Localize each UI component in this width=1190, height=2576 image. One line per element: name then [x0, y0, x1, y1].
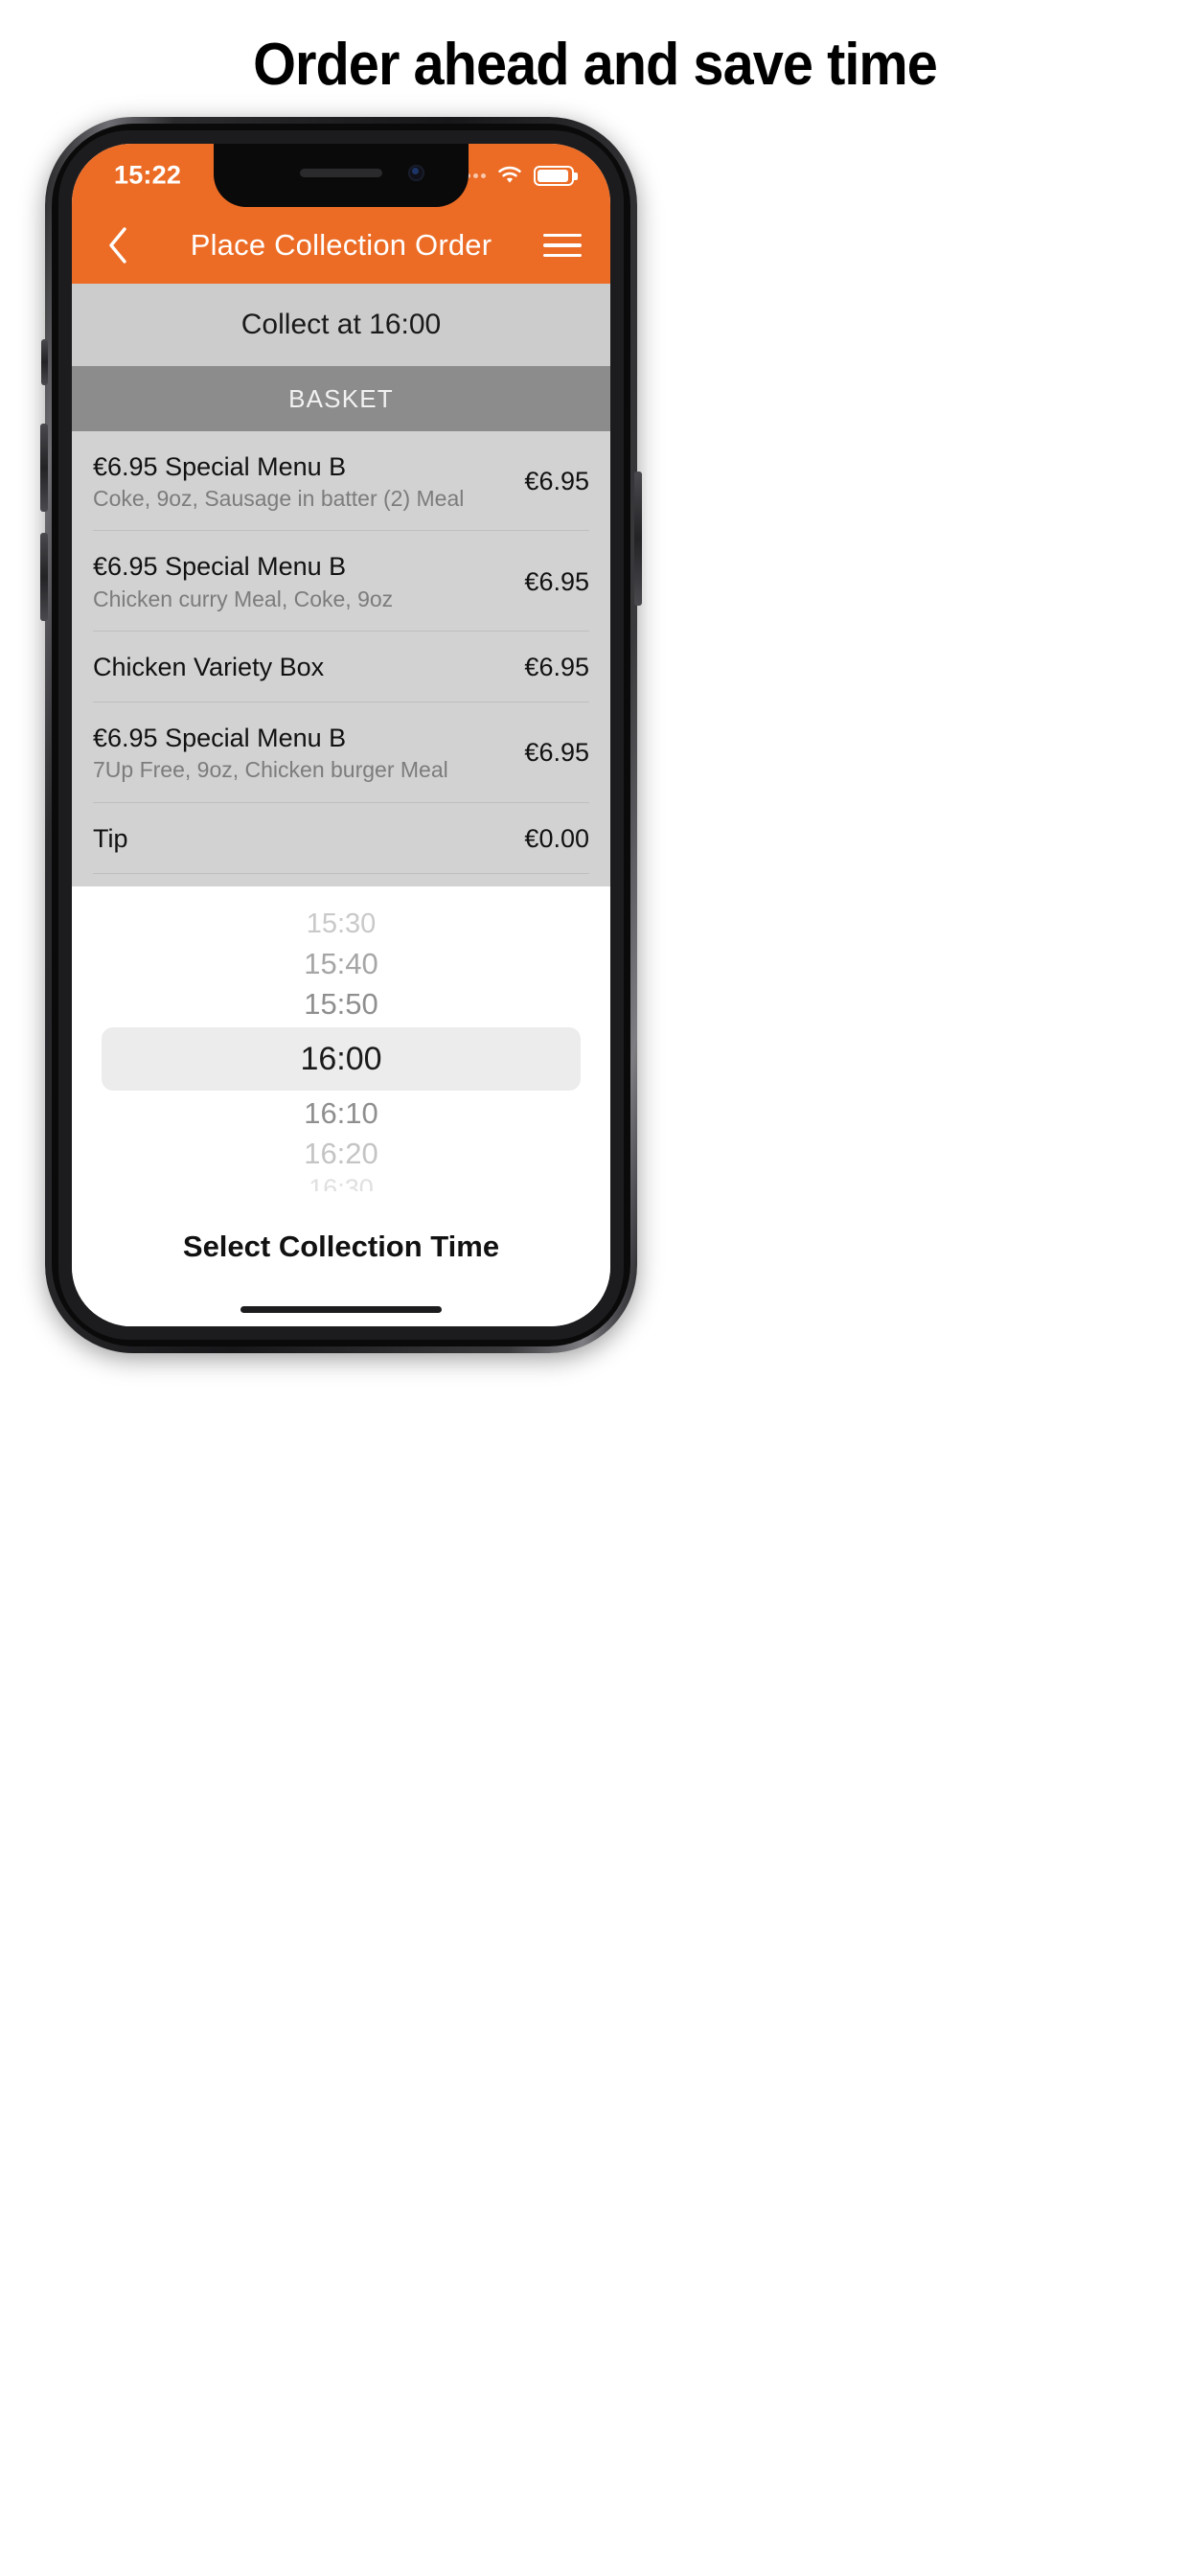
select-collection-time-button[interactable]: Select Collection Time — [72, 1191, 610, 1281]
basket-item-price: €6.95 — [524, 738, 589, 768]
time-option[interactable]: 16:10 — [72, 1093, 610, 1134]
basket-section-header: BASKET — [72, 366, 610, 431]
power-button[interactable] — [634, 472, 642, 606]
table-row[interactable]: €6.95 Special Menu B Chicken curry Meal,… — [93, 531, 589, 632]
time-option[interactable]: 15:30 — [72, 904, 610, 944]
phone-mockup: 15:22 Place Collection Order Collect at … — [40, 117, 642, 1353]
basket-item-sub: Coke, 9oz, Sausage in batter (2) Meal — [93, 486, 465, 512]
basket-item-price: €6.95 — [524, 652, 589, 681]
phone-notch — [214, 144, 469, 207]
battery-icon — [534, 165, 578, 186]
phone-inner-bezel: 15:22 Place Collection Order Collect at … — [58, 130, 624, 1340]
table-row[interactable]: €6.95 Special Menu B Coke, 9oz, Sausage … — [93, 431, 589, 532]
basket-item-text: €6.95 Special Menu B Chicken curry Meal,… — [93, 552, 393, 610]
time-option[interactable]: 16:30 — [72, 1174, 610, 1191]
tip-row: Tip €0.00 — [93, 803, 589, 874]
basket-item-text: €6.95 Special Menu B Coke, 9oz, Sausage … — [93, 452, 464, 511]
collection-time-sheet: 15:20 15:30 15:40 15:50 16:00 16:10 16:2… — [72, 886, 610, 1326]
earpiece-speaker — [300, 169, 382, 177]
chevron-left-icon — [109, 227, 126, 264]
wifi-icon — [498, 166, 521, 183]
home-indicator[interactable] — [240, 1306, 442, 1313]
page-title: Order ahead and save time — [253, 32, 938, 98]
basket-item-title: €6.95 Special Menu B — [93, 552, 347, 582]
time-picker-wheel[interactable]: 15:20 15:30 15:40 15:50 16:00 16:10 16:2… — [72, 904, 610, 1191]
status-time: 15:22 — [114, 160, 182, 190]
basket-item-text: Chicken Variety Box — [93, 653, 324, 682]
time-option[interactable]: 15:40 — [72, 944, 610, 984]
table-row[interactable]: €6.95 Special Menu B 7Up Free, 9oz, Chic… — [93, 702, 589, 803]
basket-item-sub: 7Up Free, 9oz, Chicken burger Meal — [93, 757, 448, 783]
back-button[interactable] — [97, 224, 139, 266]
collect-time-label: Collect at 16:00 — [240, 309, 442, 340]
basket-item-price: €6.95 — [524, 566, 589, 596]
hamburger-menu-icon[interactable] — [543, 226, 585, 264]
volume-up-button[interactable] — [40, 424, 48, 512]
front-camera-icon — [408, 165, 424, 181]
basket-item-sub: Chicken curry Meal, Coke, 9oz — [93, 586, 394, 611]
basket-item-text: €6.95 Special Menu B 7Up Free, 9oz, Chic… — [93, 724, 448, 782]
table-row[interactable]: Chicken Variety Box €6.95 — [93, 632, 589, 703]
basket-item-title: €6.95 Special Menu B — [93, 724, 347, 753]
time-option-selected[interactable]: 16:00 — [102, 1027, 581, 1091]
time-option[interactable]: 16:20 — [72, 1134, 610, 1174]
tip-amount: €0.00 — [524, 823, 589, 853]
volume-down-button[interactable] — [40, 533, 48, 621]
basket-item-price: €6.95 — [524, 467, 589, 496]
mute-switch[interactable] — [41, 339, 48, 385]
app-header: Place Collection Order — [72, 207, 610, 284]
poster-canvas: Order ahead and save time 15:22 Place Co… — [0, 0, 1190, 2576]
time-option[interactable]: 15:50 — [72, 984, 610, 1024]
status-icons — [458, 165, 578, 186]
tip-label: Tip — [93, 823, 128, 853]
basket-item-title: €6.95 Special Menu B — [93, 452, 347, 481]
phone-screen: 15:22 Place Collection Order Collect at … — [72, 144, 610, 1326]
basket-item-title: Chicken Variety Box — [93, 652, 325, 681]
collect-time-bar[interactable]: Collect at 16:00 — [72, 284, 610, 366]
app-header-title: Place Collection Order — [190, 228, 492, 262]
basket-section-title: BASKET — [288, 383, 394, 413]
